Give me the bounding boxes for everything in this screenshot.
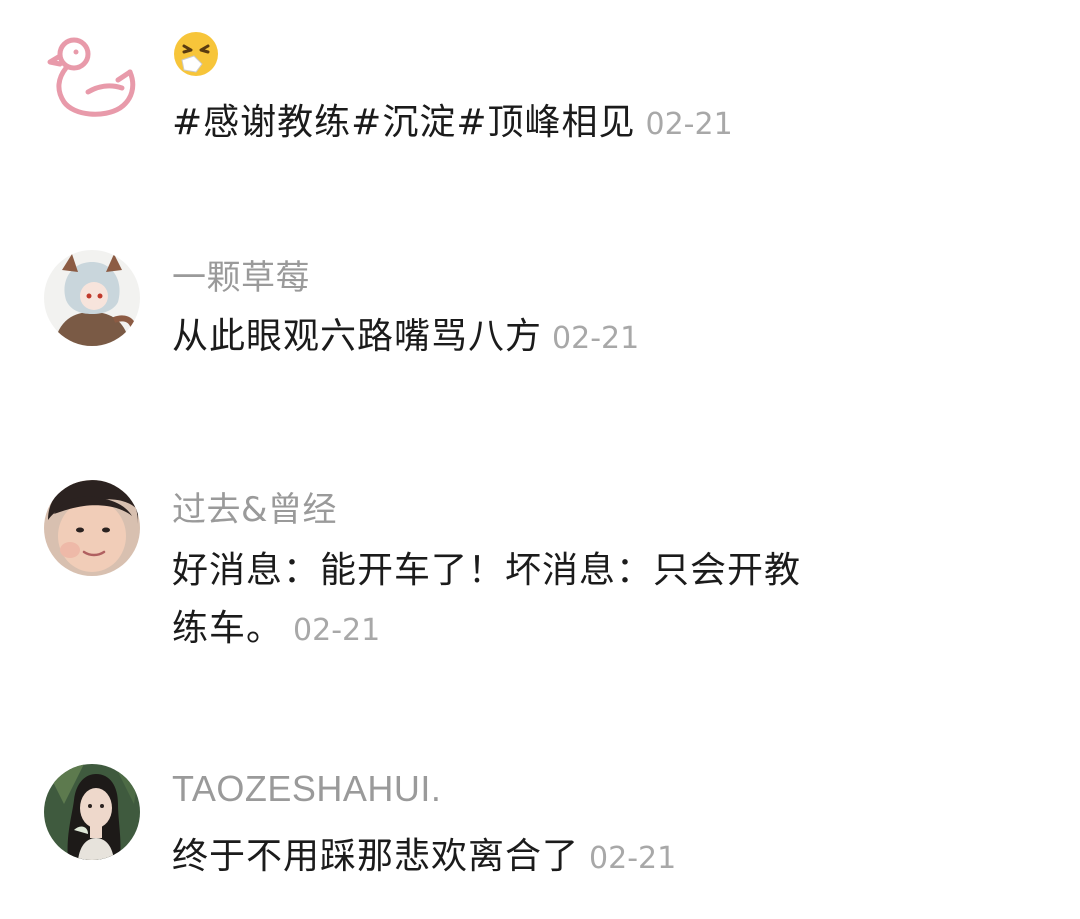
comment-time: 02-21 [589,841,677,876]
comment-content: 终于不用踩那悲欢离合了 [172,836,580,877]
girl-photo-avatar-icon [44,764,140,860]
comment-time: 02-21 [645,107,733,142]
username[interactable]: 过去&曾经 [172,482,337,531]
anime-character-avatar-icon [44,250,140,346]
sneezing-face-icon [172,30,220,78]
comment-content-line-1: 好消息：能开车了！坏消息：只会开教 [172,550,802,591]
comment-text: #感谢教练#沉淀#顶峰相见 02-21 [172,94,733,154]
comment-content-line-2-wrap: 练车。 02-21 [172,600,801,660]
avatar[interactable] [44,764,140,860]
comment-content: 从此眼观六路嘴骂八方 [172,316,543,357]
comment-text: 终于不用踩那悲欢离合了 02-21 [172,828,676,888]
comment-text: 从此眼观六路嘴骂八方 02-21 [172,308,639,368]
comment-time: 02-21 [552,321,640,356]
avatar[interactable] [44,32,144,132]
comment-text: 好消息：能开车了！坏消息：只会开教 练车。 02-21 [172,542,801,660]
comment-item: 过去&曾经 好消息：能开车了！坏消息：只会开教 练车。 02-21 [0,478,1080,698]
comment-time: 02-21 [293,613,381,648]
comment-item: TAOZESHAHUI. 终于不用踩那悲欢离合了 02-21 [0,760,1080,919]
comment-content: #感谢教练#沉淀#顶峰相见 [172,102,636,143]
avatar[interactable] [44,250,140,346]
username[interactable]: TAOZESHAHUI. [172,768,441,810]
comment-item: #感谢教练#沉淀#顶峰相见 02-21 [0,0,1080,200]
child-photo-avatar-icon [44,480,140,576]
comment-item: 一颗草莓 从此眼观六路嘴骂八方 02-21 [0,230,1080,430]
duck-avatar-icon [47,37,136,117]
username[interactable]: 一颗草莓 [172,250,310,299]
comment-content-line-2: 练车。 [172,608,284,649]
avatar[interactable] [44,480,140,576]
